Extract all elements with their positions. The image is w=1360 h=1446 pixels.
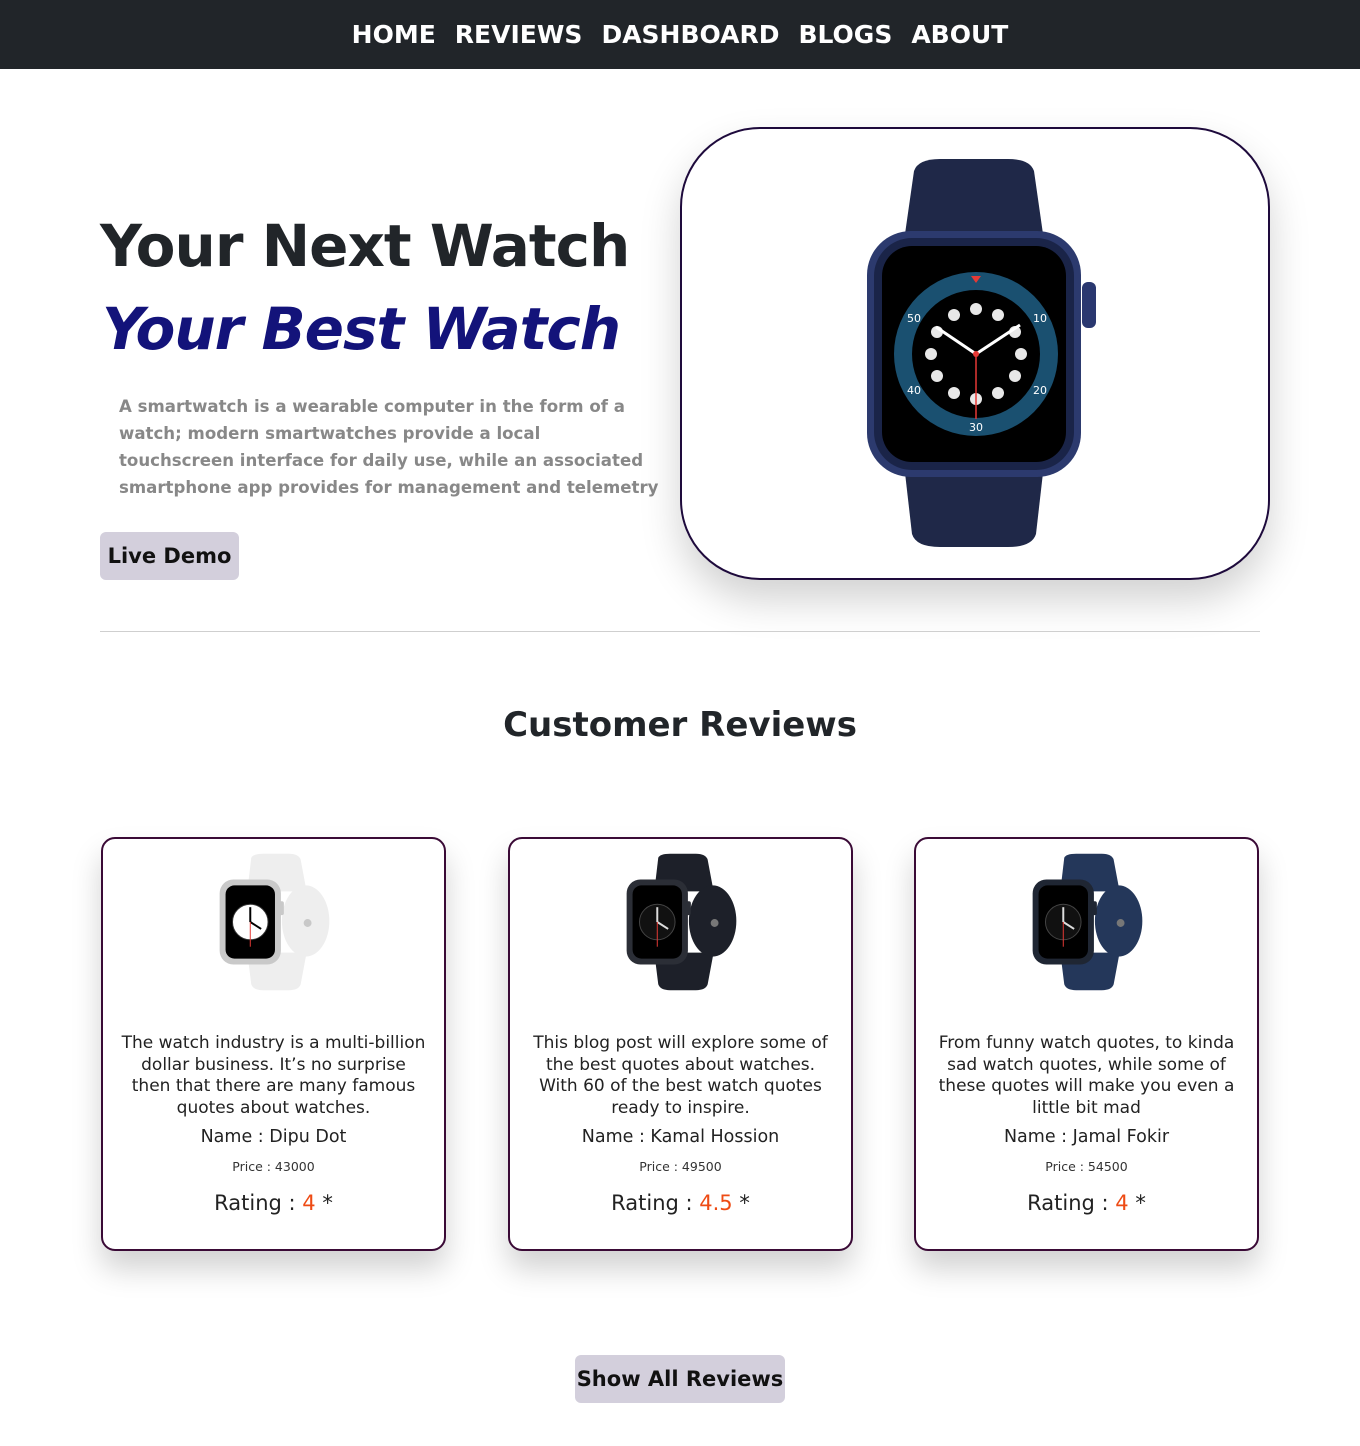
review-price: Price : 54500: [1045, 1159, 1128, 1174]
reviews-section-title: Customer Reviews: [503, 705, 857, 745]
reviewer-name: Name : Dipu Dot: [200, 1127, 347, 1147]
smartwatch-black-icon: [626, 853, 737, 991]
svg-text:10: 10: [1033, 312, 1047, 325]
rating-label: Rating :: [214, 1191, 303, 1215]
svg-text:30: 30: [969, 421, 983, 434]
section-divider: [100, 631, 1260, 632]
review-card: From funny watch quotes, to kinda sad wa…: [914, 837, 1259, 1251]
nav-home-link[interactable]: HOME: [352, 20, 436, 49]
rating-label: Rating :: [1027, 1191, 1116, 1215]
svg-text:20: 20: [1033, 384, 1047, 397]
nav-blogs-link[interactable]: BLOGS: [798, 20, 892, 49]
rating-value: 4.5: [699, 1191, 733, 1215]
smartwatch-white-icon: [219, 853, 330, 991]
top-navbar: HOME REVIEWS DASHBOARD BLOGS ABOUT: [0, 0, 1360, 69]
rating-star: *: [315, 1191, 333, 1215]
review-rating: Rating : 4.5 *: [510, 1191, 851, 1215]
review-text: This blog post will explore some of the …: [533, 1033, 828, 1119]
reviewer-name: Name : Jamal Fokir: [1003, 1127, 1170, 1147]
svg-text:40: 40: [907, 384, 921, 397]
live-demo-button[interactable]: Live Demo: [100, 532, 239, 580]
hero-description: A smartwatch is a wearable computer in t…: [119, 397, 659, 497]
review-rating: Rating : 4 *: [103, 1191, 444, 1215]
nav-reviews-link[interactable]: REVIEWS: [455, 20, 583, 49]
review-price: Price : 43000: [232, 1159, 315, 1174]
nav-about-link[interactable]: ABOUT: [911, 20, 1008, 49]
show-all-reviews-button[interactable]: Show All Reviews: [575, 1355, 785, 1403]
hero-image-frame: 50 10 40 20 30: [680, 127, 1270, 580]
rating-label: Rating :: [611, 1191, 700, 1215]
review-text: The watch industry is a multi-billion do…: [121, 1033, 426, 1119]
review-card: This blog post will explore some of the …: [508, 837, 853, 1251]
reviewer-name: Name : Kamal Hossion: [581, 1127, 780, 1147]
rating-star: *: [732, 1191, 750, 1215]
rating-value: 4: [1115, 1191, 1129, 1215]
review-price: Price : 49500: [639, 1159, 722, 1174]
nav-dashboard-link[interactable]: DASHBOARD: [601, 20, 779, 49]
smartwatch-blue-icon: [1032, 853, 1143, 991]
smartwatch-navy-icon: 50 10 40 20 30: [867, 159, 1096, 547]
rating-value: 4: [302, 1191, 316, 1215]
rating-star: *: [1128, 1191, 1146, 1215]
hero-title: Your Next Watch: [100, 212, 630, 280]
review-rating: Rating : 4 *: [916, 1191, 1257, 1215]
hero-subtitle: Your Best Watch: [102, 295, 621, 363]
svg-text:50: 50: [907, 312, 921, 325]
review-card: The watch industry is a multi-billion do…: [101, 837, 446, 1251]
review-text: From funny watch quotes, to kinda sad wa…: [938, 1033, 1235, 1119]
